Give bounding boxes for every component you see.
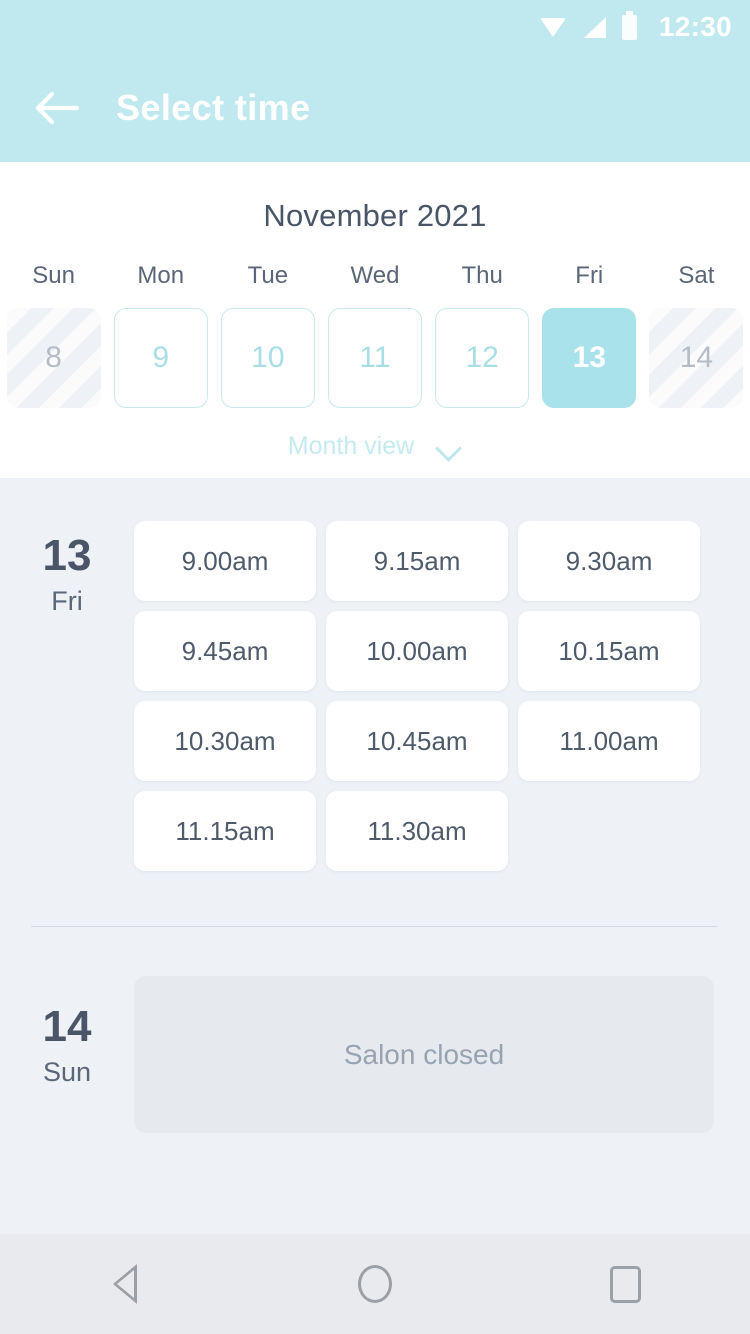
app-header: Select time <box>0 54 750 162</box>
time-slot[interactable]: 10.45am <box>326 701 508 781</box>
calendar-day-10[interactable]: 10 <box>220 308 315 408</box>
signal-icon <box>582 16 606 38</box>
month-view-toggle[interactable]: Month view <box>0 432 750 461</box>
schedule-group-14: 14 Sun Salon closed <box>0 927 750 1133</box>
app-root: 12:30 Select time November 2021 Sun Mon … <box>0 0 750 1334</box>
status-bar: 12:30 <box>0 0 750 54</box>
chevron-down-icon <box>436 439 462 454</box>
time-slot[interactable]: 11.00am <box>518 701 700 781</box>
calendar-day-12[interactable]: 12 <box>435 308 530 408</box>
android-nav-bar <box>0 1234 750 1334</box>
calendar-day-11[interactable]: 11 <box>327 308 422 408</box>
calendar-month-label: November 2021 <box>263 198 487 233</box>
calendar-weekday-row: Sun Mon Tue Wed Thu Fri Sat <box>0 262 750 290</box>
time-slot[interactable]: 9.15am <box>326 521 508 601</box>
month-view-label: Month view <box>287 432 415 460</box>
calendar-day-row: 8 9 10 11 12 13 14 <box>0 308 750 408</box>
schedule-day-name: Fri <box>51 586 83 616</box>
schedule-group-13: 13 Fri 9.00am 9.15am 9.30am 9.45am 10.00… <box>0 478 750 871</box>
time-slot[interactable]: 10.30am <box>134 701 316 781</box>
battery-icon <box>621 10 637 40</box>
time-slot[interactable]: 10.00am <box>326 611 508 691</box>
page-title: Select time <box>116 87 311 128</box>
wifi-icon <box>539 17 566 37</box>
weekday-thu: Thu <box>461 262 503 289</box>
triangle-back-icon <box>113 1264 137 1304</box>
back-button[interactable] <box>20 71 94 145</box>
schedule-content: 13 Fri 9.00am 9.15am 9.30am 9.45am 10.00… <box>0 478 750 1234</box>
schedule-day-number: 14 <box>42 1002 92 1051</box>
status-bar-clock: 12:30 <box>658 11 732 42</box>
weekday-sun: Sun <box>32 262 75 289</box>
time-slot[interactable]: 9.30am <box>518 521 700 601</box>
nav-recents-button[interactable] <box>570 1234 680 1334</box>
weekday-mon: Mon <box>137 262 185 289</box>
schedule-day-name: Sun <box>42 1057 92 1087</box>
calendar-strip: November 2021 Sun Mon Tue Wed Thu Fri Sa… <box>0 162 750 478</box>
nav-home-button[interactable] <box>320 1234 430 1334</box>
weekday-fri: Fri <box>575 262 604 289</box>
schedule-day-label-14: 14 Sun <box>0 927 134 1133</box>
calendar-day-9[interactable]: 9 <box>113 308 208 408</box>
time-slot[interactable]: 9.45am <box>134 611 316 691</box>
square-recents-icon <box>609 1265 641 1303</box>
time-slot[interactable]: 9.00am <box>134 521 316 601</box>
schedule-day-number: 13 <box>42 531 92 580</box>
time-slot[interactable]: 11.15am <box>134 791 316 871</box>
calendar-day-14: 14 <box>649 308 744 408</box>
weekday-wed: Wed <box>350 262 400 289</box>
nav-back-button[interactable] <box>70 1234 180 1334</box>
time-slot[interactable]: 11.30am <box>326 791 508 871</box>
arrow-left-icon <box>35 91 80 125</box>
calendar-day-13[interactable]: 13 <box>542 308 637 408</box>
weekday-sat: Sat <box>678 262 715 289</box>
time-slot[interactable]: 10.15am <box>518 611 700 691</box>
time-slot-grid: 9.00am 9.15am 9.30am 9.45am 10.00am 10.1… <box>134 478 750 871</box>
circle-home-icon <box>358 1265 392 1303</box>
salon-closed-banner: Salon closed <box>134 976 714 1133</box>
status-bar-icons: 12:30 <box>539 10 732 43</box>
schedule-day-label-13: 13 Fri <box>0 478 134 871</box>
calendar-day-8: 8 <box>6 308 101 408</box>
weekday-tue: Tue <box>247 262 289 289</box>
